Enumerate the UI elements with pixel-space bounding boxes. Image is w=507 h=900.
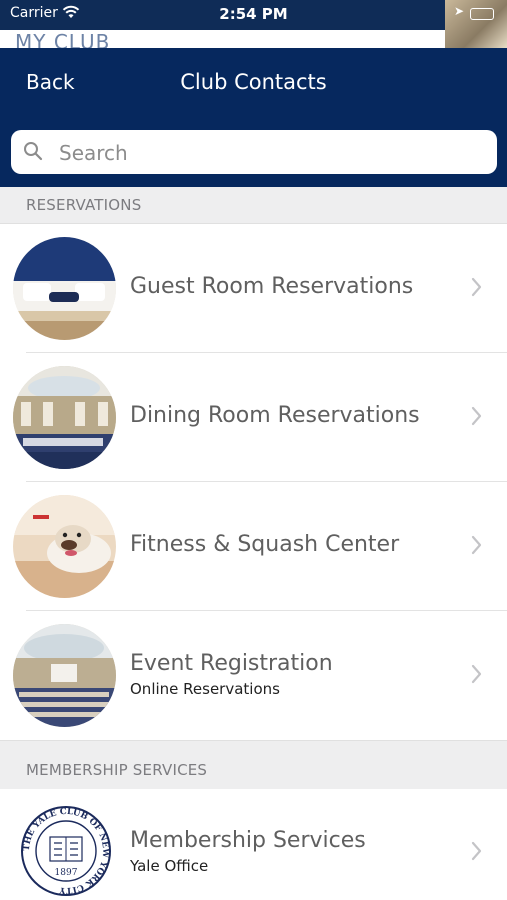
bulldog-squash-photo xyxy=(13,495,116,598)
list-item-membership-services[interactable]: THE YALE CLUB OF NEW YORK CITY 1897 Memb… xyxy=(0,789,507,900)
chevron-right-icon xyxy=(470,534,484,556)
list-item-title: Guest Room Reservations xyxy=(130,274,414,299)
background-photo: ➤ xyxy=(445,0,507,48)
list-item-title: Event Registration xyxy=(130,651,333,676)
battery-icon xyxy=(470,8,494,20)
status-bar: Carrier 2:54 PM xyxy=(0,0,507,30)
list-item-fitness-squash-center[interactable]: Fitness & Squash Center xyxy=(0,482,507,611)
list-item-dining-room-reservations[interactable]: Dining Room Reservations xyxy=(0,353,507,482)
page-title: Club Contacts xyxy=(180,70,327,94)
search-input[interactable] xyxy=(57,138,481,168)
guest-room-photo xyxy=(13,237,116,340)
navigation-bar: Back Club Contacts xyxy=(0,48,507,188)
list-item-title: Membership Services xyxy=(130,828,366,853)
list-item-subtitle: Yale Office xyxy=(130,857,209,875)
chevron-right-icon xyxy=(470,405,484,427)
chevron-right-icon xyxy=(470,840,484,862)
section-header-reservations: RESERVATIONS xyxy=(0,187,507,224)
section-header-membership-services: MEMBERSHIP SERVICES xyxy=(0,740,507,790)
seal-year: 1897 xyxy=(55,868,78,878)
list-item-guest-room-reservations[interactable]: Guest Room Reservations xyxy=(0,224,507,353)
list-item-subtitle: Online Reservations xyxy=(130,680,280,698)
event-hall-photo xyxy=(13,624,116,727)
yale-club-seal: THE YALE CLUB OF NEW YORK CITY 1897 xyxy=(20,805,112,897)
list-item-event-registration[interactable]: Event Registration Online Reservations xyxy=(0,611,507,740)
section-header-label: RESERVATIONS xyxy=(26,196,142,214)
search-icon xyxy=(23,141,43,161)
list-item-title: Dining Room Reservations xyxy=(130,403,420,428)
clock-time: 2:54 PM xyxy=(219,5,288,23)
chevron-right-icon xyxy=(470,663,484,685)
dining-room-photo xyxy=(13,366,116,469)
list-item-title: Fitness & Squash Center xyxy=(130,532,400,557)
location-arrow-icon: ➤ xyxy=(454,4,465,18)
chevron-right-icon xyxy=(470,276,484,298)
section-header-label: MEMBERSHIP SERVICES xyxy=(26,761,208,779)
search-bar[interactable] xyxy=(11,130,497,174)
